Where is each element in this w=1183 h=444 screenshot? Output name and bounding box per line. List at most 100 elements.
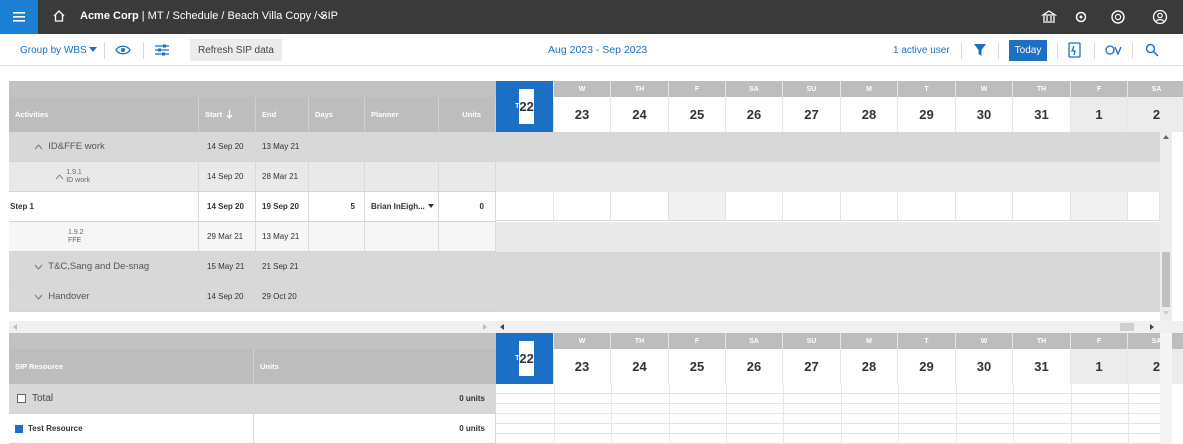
wbs-row-tc-snag[interactable]: T&C,Sang and De-snag 15 May 21 21 Sep 21 [9,252,496,282]
day-cell[interactable] [726,192,783,221]
day-column[interactable]: SA 26 [726,81,783,132]
day-column[interactable]: SA 26 [726,333,783,384]
day-column[interactable]: W 30 [956,81,1013,132]
gantt-row-step1[interactable] [496,192,1160,222]
total-checkbox[interactable] [17,394,26,403]
chevron-up-icon[interactable] [34,143,43,150]
start-date[interactable]: 14 Sep 20 [199,192,256,221]
day-column[interactable]: SA 2 [1128,81,1183,132]
day-column[interactable]: TH 24 [611,81,669,132]
sip-resource-row[interactable]: Test Resource 0 units [9,414,496,444]
scroll-left-icon[interactable] [500,324,505,330]
menu-button[interactable] [0,0,38,34]
search-icon[interactable] [1145,43,1159,57]
day-cell[interactable] [1013,192,1071,221]
sliders-icon[interactable] [154,42,170,58]
breadcrumb-path[interactable]: | MT / Schedule / Beach Villa Copy / SIP [139,10,338,22]
vertical-scrollbar[interactable] [1160,132,1172,321]
day-column[interactable]: M 28 [841,81,898,132]
scroll-up-icon[interactable] [1163,135,1169,140]
col-days[interactable]: Days [309,97,365,132]
day-column[interactable]: SU 27 [783,81,841,132]
day-column[interactable]: W 30 [956,333,1013,384]
breadcrumb[interactable]: Acme Corp | MT / Schedule / Beach Villa … [80,10,338,22]
day-column[interactable]: M 28 [841,333,898,384]
vertical-scrollbar-bottom[interactable] [1160,333,1172,444]
home-icon[interactable] [52,9,66,23]
units-value[interactable]: 0 [439,192,496,221]
scroll-right-icon[interactable] [483,324,488,330]
bank-icon[interactable] [1041,9,1057,25]
day-column[interactable]: F 25 [669,81,726,132]
day-column[interactable]: TH 24 [611,333,669,384]
day-number: 23 [554,97,610,132]
chevron-down-icon[interactable] [34,294,43,300]
wbs-row-1-9-2[interactable]: 1.9.2 FFE 29 Mar 21 13 May 21 [9,222,496,252]
day-column[interactable]: W 23 [554,81,611,132]
day-column[interactable]: T 29 [898,333,956,384]
filter-icon[interactable] [973,43,987,57]
col-units[interactable]: Units [439,97,496,132]
start-date: 14 Sep 20 [199,162,256,191]
weekday-label: SA [726,333,782,349]
scroll-right-icon[interactable] [1150,324,1155,330]
refresh-sip-data-button[interactable]: Refresh SIP data [190,39,282,61]
date-range[interactable]: Aug 2023 - Sep 2023 [548,34,647,66]
active-users[interactable]: 1 active user [893,34,950,66]
help-icon[interactable] [1110,9,1126,25]
day-column[interactable]: TH 31 [1013,81,1071,132]
col-sip-units[interactable]: Units [254,349,496,384]
user-icon[interactable] [1152,9,1168,25]
day-cell[interactable] [496,192,554,221]
scroll-down-icon[interactable] [1163,311,1169,316]
days-value[interactable]: 5 [309,192,365,221]
day-cell[interactable] [783,192,841,221]
day-column[interactable]: T 29 [898,81,956,132]
chevron-down-icon[interactable] [317,9,327,23]
col-end[interactable]: End [256,97,309,132]
horizontal-scrollbar[interactable] [9,321,1183,333]
day-column[interactable]: SU 27 [783,333,841,384]
day-column[interactable]: F 25 [669,333,726,384]
day-cell[interactable] [841,192,898,221]
end-date[interactable]: 19 Sep 20 [256,192,309,221]
wbs-row-handover[interactable]: Handover 14 Sep 20 29 Oct 20 [9,282,496,312]
gear-icon[interactable] [1073,9,1089,25]
day-cell[interactable] [1071,192,1128,221]
company-name[interactable]: Acme Corp [80,10,139,22]
day-column[interactable]: SA 2 [1128,333,1183,384]
day-cell[interactable] [611,192,669,221]
day-column[interactable]: F1 [1071,81,1128,132]
day-cell[interactable] [956,192,1013,221]
day-cell[interactable] [554,192,611,221]
wbs-row-idffe[interactable]: ID&FFE work 14 Sep 20 13 May 21 [9,132,496,162]
chevron-down-icon[interactable] [34,264,43,270]
wbs-row-1-9-1[interactable]: 1.9.1 ID work 14 Sep 20 28 Mar 21 [9,162,496,192]
col-start[interactable]: Start [199,97,256,132]
activity-row-step1[interactable]: Step 1 14 Sep 20 19 Sep 20 5 Brian InEig… [9,192,496,222]
day-column[interactable]: T 22 [496,81,554,132]
col-activities[interactable]: Activities [9,97,199,132]
day-column[interactable]: W 23 [554,333,611,384]
planner-select[interactable]: Brian InEigh... [365,192,439,221]
day-column[interactable]: F1 [1071,333,1128,384]
day-cell[interactable] [898,192,956,221]
sip-total-row[interactable]: Total 0 units [9,384,496,414]
scrollbar-thumb[interactable] [1120,323,1134,331]
scrollbar-thumb[interactable] [1162,252,1170,307]
day-number: 27 [783,97,840,132]
eye-icon[interactable] [115,43,131,57]
scroll-left-icon[interactable] [13,324,18,330]
col-sip-resource[interactable]: SIP Resource [9,349,254,384]
day-column[interactable]: TH 31 [1013,333,1071,384]
view-settings-icon[interactable] [1104,42,1122,58]
day-cell[interactable] [669,192,726,221]
today-button[interactable]: Today [1009,40,1047,61]
col-planner[interactable]: Planner [365,97,439,132]
chevron-up-icon[interactable] [55,173,64,180]
day-column[interactable]: T 22 [496,333,554,384]
day-cell[interactable] [1128,192,1160,221]
day-number: 29 [898,349,955,384]
group-by-dropdown[interactable]: Group by WBS [20,34,98,66]
export-icon[interactable] [1067,41,1083,59]
